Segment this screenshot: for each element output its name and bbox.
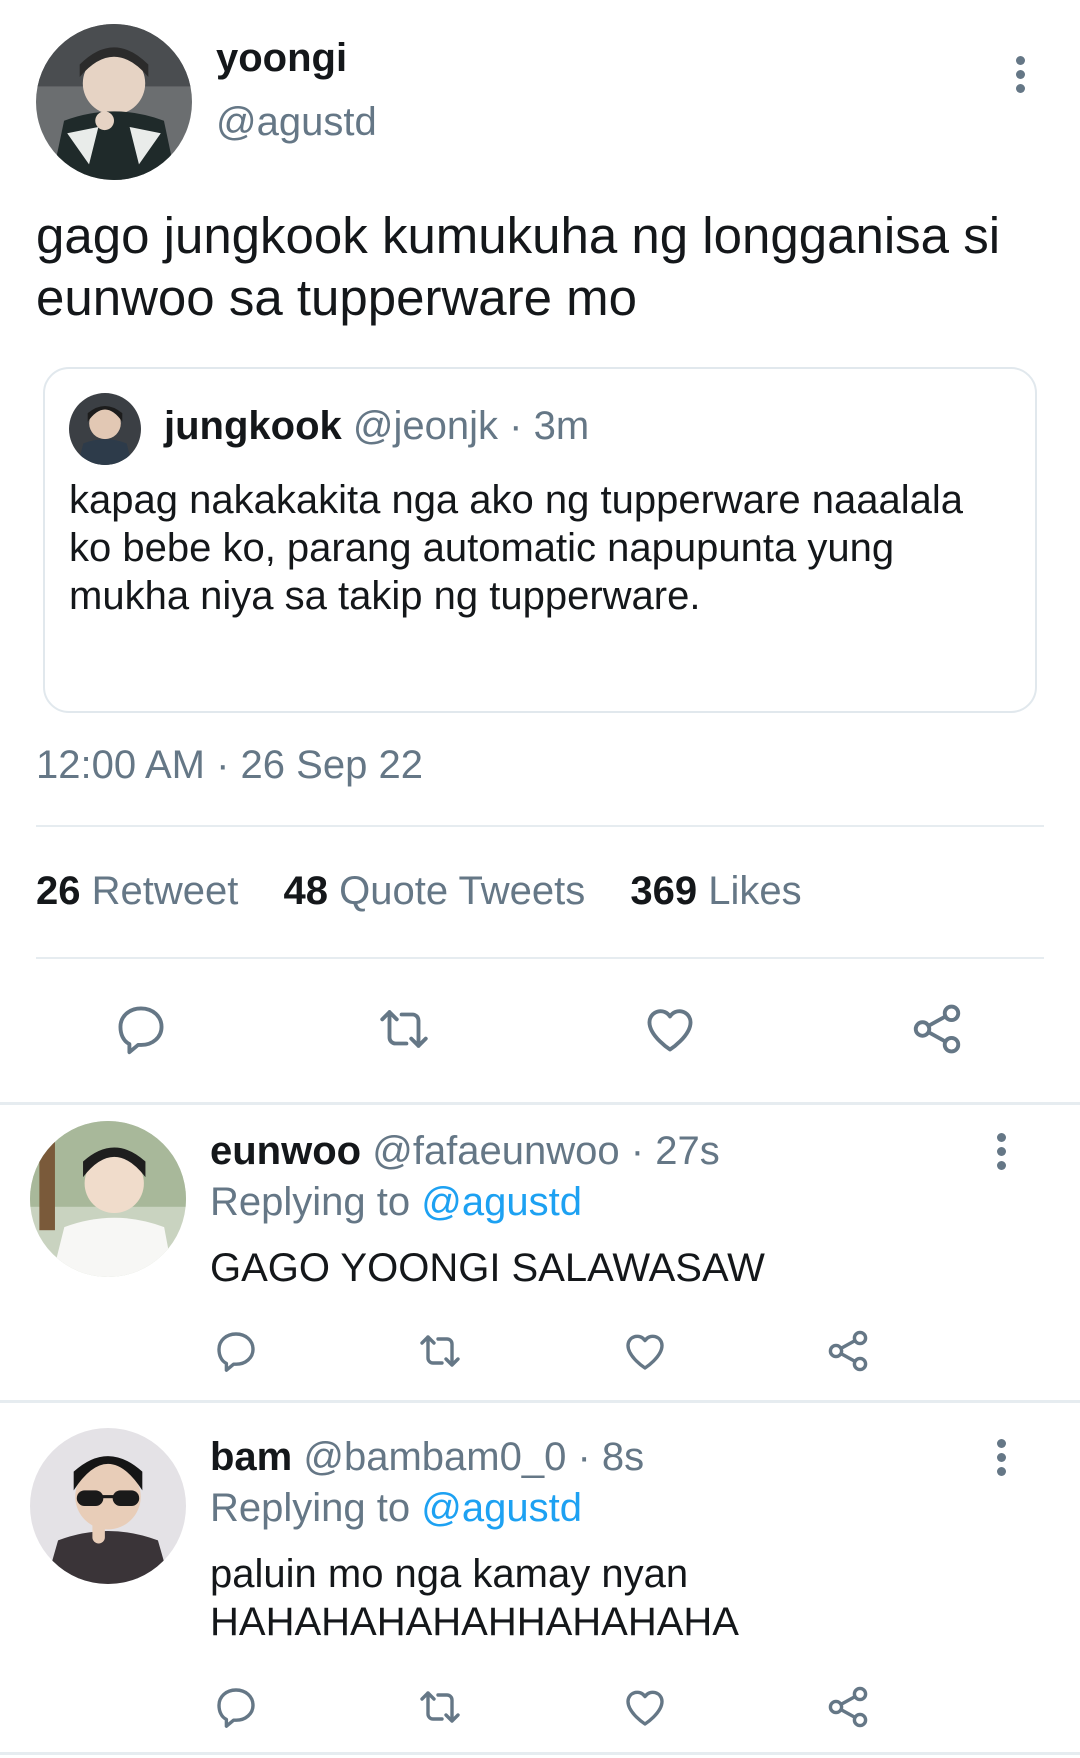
reply-icon[interactable] [212, 1683, 260, 1731]
quoted-tweet-text: kapag nakakakita nga ako ng tupperware n… [69, 478, 963, 618]
reply-time: 8s [601, 1435, 645, 1479]
quoted-handle[interactable]: @jeonjk [353, 404, 498, 448]
replying-to-handle[interactable]: @agustd [421, 1180, 582, 1224]
divider [0, 1752, 1080, 1755]
replying-to-handle[interactable]: @agustd [421, 1486, 582, 1530]
tweet-stats: 26 Retweet 48 Quote Tweets 369 Likes [36, 869, 802, 914]
reply-icon[interactable] [112, 1000, 170, 1058]
heart-icon[interactable] [620, 1683, 670, 1731]
heart-icon[interactable] [620, 1327, 670, 1375]
reply-handle[interactable]: @bambam0_0 [303, 1435, 566, 1479]
likes-count[interactable]: 369 Likes [630, 869, 801, 913]
divider [0, 1102, 1080, 1105]
quoted-display-name[interactable]: jungkook [164, 404, 342, 448]
retweet-count[interactable]: 26 Retweet [36, 869, 238, 913]
share-icon[interactable] [824, 1683, 872, 1731]
reply-text: paluin mo nga kamay nyan HAHAHAHAHAHHAHA… [210, 1552, 739, 1644]
reply-display-name[interactable]: bam [210, 1435, 292, 1479]
retweet-icon[interactable] [372, 1000, 436, 1058]
reply-text: GAGO YOONGI SALAWASAW [210, 1246, 765, 1290]
divider [36, 957, 1044, 959]
reply-icon[interactable] [212, 1327, 260, 1375]
author-avatar[interactable] [36, 24, 192, 180]
share-icon[interactable] [824, 1327, 872, 1375]
reply-header: eunwoo @fafaeunwoo · 27s [210, 1129, 720, 1174]
quoted-time: 3m [533, 404, 590, 448]
quoted-tweet-header: jungkook @jeonjk · 3m [164, 404, 589, 449]
reply-separator: · [577, 1435, 591, 1479]
reply-time: 27s [655, 1129, 720, 1173]
quoted-author-avatar [69, 393, 141, 465]
reply-avatar[interactable] [30, 1428, 186, 1584]
retweet-icon[interactable] [414, 1683, 466, 1731]
quote-tweets-count[interactable]: 48 Quote Tweets [284, 869, 586, 913]
replying-to-label: Replying to [210, 1180, 411, 1224]
replying-to: Replying to @agustd [210, 1486, 582, 1531]
more-vertical-icon[interactable] [995, 1133, 1007, 1170]
reply-handle[interactable]: @fafaeunwoo [372, 1129, 619, 1173]
more-vertical-icon[interactable] [995, 1439, 1007, 1476]
reply-header: bam @bambam0_0 · 8s [210, 1435, 644, 1480]
author-display-name[interactable]: yoongi [216, 36, 347, 81]
reply-avatar[interactable] [30, 1121, 186, 1277]
share-icon[interactable] [908, 1000, 966, 1058]
tweet-timestamp[interactable]: 12:00 AM · 26 Sep 22 [36, 743, 423, 788]
reply-display-name[interactable]: eunwoo [210, 1129, 361, 1173]
replying-to-label: Replying to [210, 1486, 411, 1530]
quoted-separator: · [509, 404, 523, 448]
reply-separator: · [630, 1129, 645, 1173]
tweet-text: gago jungkook kumukuha ng longganisa si … [36, 207, 1001, 326]
heart-icon[interactable] [640, 1000, 700, 1058]
author-handle[interactable]: @agustd [216, 100, 377, 145]
divider [0, 1400, 1080, 1403]
more-vertical-icon[interactable] [1014, 56, 1026, 93]
retweet-icon[interactable] [414, 1327, 466, 1375]
divider [36, 825, 1044, 827]
replying-to: Replying to @agustd [210, 1180, 582, 1225]
